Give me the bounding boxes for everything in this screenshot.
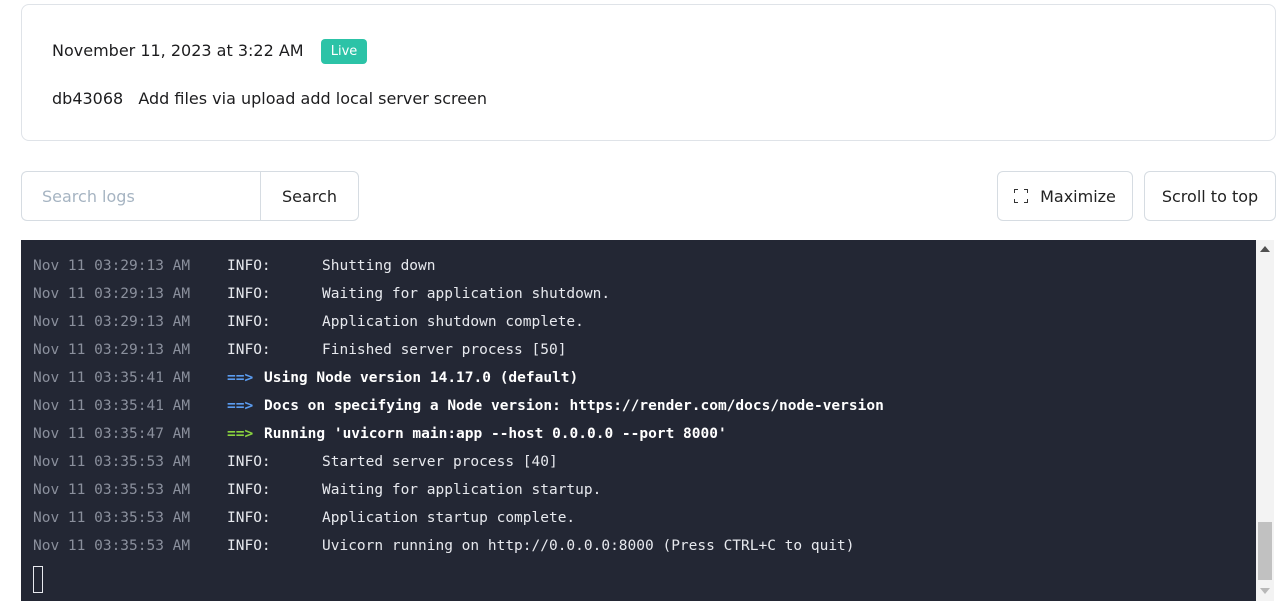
log-level: INFO: [227,342,271,358]
log-message: Waiting for application startup. [322,482,602,498]
log-search: Search [21,171,359,221]
log-arrow: ==> [227,398,254,414]
log-timestamp: Nov 11 03:35:53 AM [33,538,191,554]
log-line: Nov 11 03:35:53 AM INFO: Started server pr… [21,448,1256,476]
log-line: Nov 11 03:35:53 AM INFO: Waiting for appli… [21,476,1256,504]
log-line: Nov 11 03:35:53 AM INFO: Uvicorn running o… [21,532,1256,560]
log-line: Nov 11 03:35:41 AM ==> Using Node version … [21,364,1256,392]
log-message: Finished server process [50] [322,342,567,358]
log-timestamp: Nov 11 03:35:53 AM [33,482,191,498]
log-arrow: ==> [227,426,254,442]
log-line: Nov 11 03:29:13 AM INFO: Finished server p… [21,336,1256,364]
scrollbar-thumb[interactable] [1258,522,1272,580]
log-message: Started server process [40] [322,454,558,470]
search-button[interactable]: Search [260,171,359,221]
log-timestamp: Nov 11 03:35:47 AM [33,426,191,442]
log-level: INFO: [227,258,271,274]
commit-hash[interactable]: db43068 [52,89,123,108]
terminal-cursor [33,566,43,593]
log-message: Shutting down [322,258,436,274]
log-timestamp: Nov 11 03:29:13 AM [33,342,191,358]
search-input[interactable] [21,171,260,221]
log-line: Nov 11 03:35:47 AM ==> Running 'uvicorn ma… [21,420,1256,448]
log-level: INFO: [227,454,271,470]
log-timestamp: Nov 11 03:35:53 AM [33,454,191,470]
log-message: Waiting for application shutdown. [322,286,611,302]
scroll-down-arrow-icon[interactable] [1260,588,1270,594]
status-badge: Live [321,39,367,64]
log-level: INFO: [227,482,271,498]
log-line: Nov 11 03:29:13 AM INFO: Waiting for appli… [21,280,1256,308]
log-arrow: ==> [227,370,254,386]
log-message: Using Node version 14.17.0 (default) [264,370,579,386]
maximize-label: Maximize [1040,186,1116,206]
scroll-to-top-button[interactable]: Scroll to top [1144,171,1276,221]
commit-line: db43068 Add files via upload add local s… [52,89,487,108]
log-line: Nov 11 03:35:53 AM INFO: Application start… [21,504,1256,532]
log-message: Running 'uvicorn main:app --host 0.0.0.0… [264,426,727,442]
log-message: Uvicorn running on http://0.0.0.0:8000 (… [322,538,855,554]
scroll-up-arrow-icon[interactable] [1260,246,1270,252]
log-line: Nov 11 03:35:41 AM ==> Docs on specifying … [21,392,1256,420]
deploy-date: November 11, 2023 at 3:22 AM [52,41,304,60]
log-message: Docs on specifying a Node version: https… [264,398,884,414]
commit-message: Add files via upload add local server sc… [138,89,488,108]
log-output[interactable]: Nov 11 03:29:13 AM INFO: Shutting down Nov … [21,240,1256,601]
deploy-summary-card: November 11, 2023 at 3:22 AM Live db4306… [21,4,1276,141]
log-scrollbar[interactable] [1256,240,1274,601]
log-timestamp: Nov 11 03:29:13 AM [33,286,191,302]
log-message: Application shutdown complete. [322,314,584,330]
log-timestamp: Nov 11 03:29:13 AM [33,314,191,330]
log-level: INFO: [227,286,271,302]
maximize-icon [1014,189,1029,203]
log-level: INFO: [227,538,271,554]
log-line: Nov 11 03:29:13 AM INFO: Shutting down [21,252,1256,280]
log-line: Nov 11 03:29:13 AM INFO: Application shutd… [21,308,1256,336]
maximize-button[interactable]: Maximize [997,171,1133,221]
log-timestamp: Nov 11 03:29:13 AM [33,258,191,274]
log-message: Application startup complete. [322,510,576,526]
log-timestamp: Nov 11 03:35:53 AM [33,510,191,526]
log-timestamp: Nov 11 03:35:41 AM [33,398,191,414]
log-level: INFO: [227,510,271,526]
log-level: INFO: [227,314,271,330]
log-timestamp: Nov 11 03:35:41 AM [33,370,191,386]
